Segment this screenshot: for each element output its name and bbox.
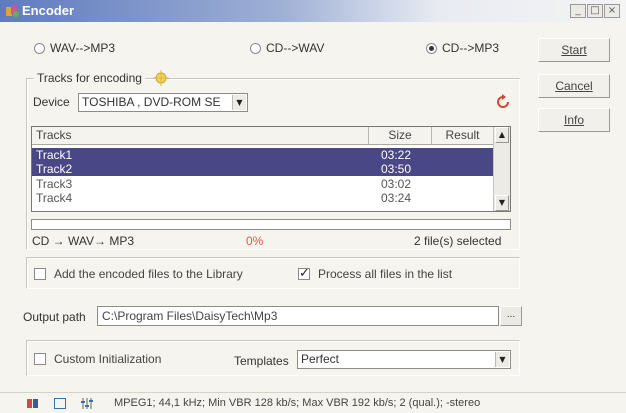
app-icon	[6, 5, 19, 17]
add-to-library-option[interactable]: Add the encoded files to the Library	[34, 267, 243, 281]
close-button[interactable]: ×	[604, 4, 620, 18]
device-select[interactable]: TOSHIBA , DVD-ROM SE ▼	[78, 93, 248, 112]
conversion-mode-text: CD → WAV→ MP3	[32, 234, 135, 248]
sparkle-icon	[153, 70, 169, 86]
templates-select[interactable]: Perfect ▼	[297, 350, 511, 369]
process-all-label: Process all files in the list	[318, 267, 453, 281]
custom-init-checkbox[interactable]	[34, 353, 46, 365]
maximize-button[interactable]: □	[587, 4, 603, 18]
title-bar: Encoder _ □ ×	[0, 0, 626, 22]
output-path-field[interactable]: C:\Program Files\DaisyTech\Mp3	[97, 306, 499, 326]
mode-cd-wav[interactable]: CD-->WAV	[250, 40, 324, 56]
chevron-down-icon[interactable]: ▼	[232, 95, 246, 110]
browse-button[interactable]: ...	[500, 306, 522, 326]
table-row[interactable]: Track4 03:24	[32, 191, 494, 205]
output-path-label: Output path	[23, 310, 86, 324]
radio-cd-wav[interactable]	[250, 42, 261, 54]
start-button[interactable]: Start	[538, 38, 610, 62]
column-header-tracks[interactable]: Tracks	[32, 127, 369, 144]
window-title: Encoder	[22, 3, 75, 18]
minimize-button[interactable]: _	[570, 4, 586, 18]
track-size: 03:24	[381, 191, 412, 205]
track-size: 03:02	[381, 177, 412, 191]
process-all-checkbox[interactable]	[298, 266, 310, 281]
device-label: Device	[33, 95, 70, 109]
mode-cd-wav-label: CD-->WAV	[266, 41, 325, 55]
add-to-library-checkbox[interactable]	[34, 268, 46, 280]
status-text: MPEG1; 44,1 kHz; Min VBR 128 kb/s; Max V…	[114, 397, 481, 409]
cancel-button[interactable]: Cancel	[538, 74, 610, 98]
device-select-value: TOSHIBA , DVD-ROM SE	[82, 95, 221, 109]
chevron-down-icon[interactable]: ▼	[495, 352, 509, 367]
mode-cd-mp3-label: CD-->MP3	[442, 41, 500, 55]
column-header-size[interactable]: Size	[369, 127, 432, 144]
scroll-up-icon[interactable]: ▲	[495, 127, 509, 143]
refresh-icon[interactable]	[494, 93, 512, 111]
selected-count: 2 file(s) selected	[414, 234, 502, 248]
mode-cd-mp3[interactable]: CD-->MP3	[426, 40, 499, 56]
track-name: Track3	[36, 177, 73, 191]
table-row[interactable]: Track3 03:02	[32, 177, 494, 191]
encoder-settings-icon[interactable]	[26, 397, 40, 410]
window-controls: _ □ ×	[570, 4, 620, 18]
templates-label: Templates	[234, 354, 289, 368]
info-button[interactable]: Info	[538, 108, 610, 132]
radio-wav-mp3[interactable]	[34, 42, 45, 54]
custom-init-option[interactable]: Custom Initialization	[34, 352, 161, 366]
table-row[interactable]: Track2 03:50	[32, 162, 494, 176]
window-icon[interactable]	[53, 397, 67, 410]
track-name: Track2	[36, 162, 73, 176]
track-size: 03:22	[381, 148, 412, 162]
mode-wav-mp3[interactable]: WAV-->MP3	[34, 40, 115, 56]
process-all-option[interactable]: Process all files in the list	[298, 266, 453, 281]
equalizer-icon[interactable]	[80, 397, 94, 410]
progress-percent: 0%	[246, 234, 264, 248]
mode-wav-mp3-label: WAV-->MP3	[50, 41, 116, 55]
track-name: Track1	[36, 148, 73, 162]
track-size: 03:50	[381, 162, 412, 176]
status-bar: MPEG1; 44,1 kHz; Min VBR 128 kb/s; Max V…	[0, 392, 626, 413]
custom-init-label: Custom Initialization	[54, 352, 162, 366]
track-list-scrollbar[interactable]: ▲ ▼	[493, 127, 510, 211]
track-name: Track4	[36, 191, 73, 205]
track-list-header: Tracks Size Result	[32, 127, 494, 145]
encoding-progress-bar	[31, 219, 511, 230]
radio-cd-mp3[interactable]	[426, 42, 437, 54]
tracks-group-label: Tracks for encoding	[34, 71, 145, 85]
add-to-library-label: Add the encoded files to the Library	[54, 267, 243, 281]
templates-select-value: Perfect	[301, 352, 340, 366]
track-list[interactable]: Tracks Size Result Track1 03:22 Track2 0…	[31, 126, 511, 212]
column-header-result[interactable]: Result	[432, 127, 494, 144]
scroll-down-icon[interactable]: ▼	[495, 195, 509, 211]
table-row[interactable]: Track1 03:22	[32, 148, 494, 162]
